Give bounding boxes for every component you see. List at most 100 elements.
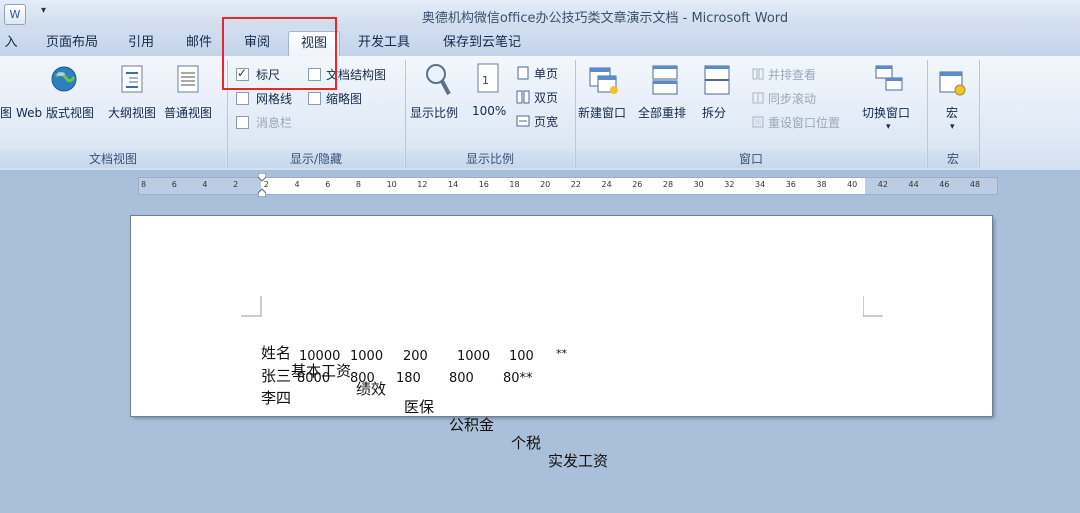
split-button[interactable]: 拆分 [702, 104, 726, 121]
message-bar-checkbox[interactable] [236, 116, 249, 129]
cell: 200 [403, 349, 428, 364]
side-by-side-button[interactable]: 并排查看 [768, 66, 816, 83]
ruler-tick-label: 30 [693, 180, 704, 189]
show-hide-group-label: 显示/隐藏 [228, 150, 404, 168]
ruler-tick-label: 42 [877, 180, 888, 189]
ruler-tick-label: 8 [355, 180, 361, 189]
table-header-row: 姓名 基本工资 绩效 医保 公积金 个税 实发工资 [261, 324, 681, 470]
reset-position-icon [752, 116, 764, 128]
cell: 1000 [350, 349, 384, 364]
doc-views-group-label: 文档视图 [0, 150, 226, 168]
macros-button[interactable]: 宏 [946, 104, 958, 121]
thumbnails-label: 缩略图 [326, 92, 363, 106]
ruler-tick-label: 20 [540, 180, 551, 189]
indent-marker-icon[interactable] [257, 172, 267, 198]
tab-insert[interactable]: 入 [0, 31, 22, 56]
window-group-label: 窗口 [576, 150, 926, 168]
macro-icon [938, 70, 968, 98]
outline-view-icon [118, 64, 146, 94]
ruler-tick-label: 36 [785, 180, 796, 189]
ruler-tick-label: 18 [509, 180, 520, 189]
svg-text:1: 1 [482, 74, 489, 87]
switch-windows-icon [874, 64, 906, 94]
cell: 800 [350, 371, 375, 386]
ruler-tick-label: 44 [908, 180, 919, 189]
page-100-icon: 1 [474, 62, 502, 98]
cell: 800 [449, 371, 474, 386]
ruler-tick-label: 40 [847, 180, 858, 189]
margin-corner-mark-right [863, 296, 883, 317]
gridlines-checkbox[interactable] [236, 92, 249, 105]
arrange-all-button[interactable]: 全部重排 [638, 104, 686, 121]
draft-view-icon [174, 64, 202, 94]
tab-developer[interactable]: 开发工具 [348, 31, 420, 56]
ruler-tick-label: 26 [632, 180, 643, 189]
margin-corner-mark-left [241, 296, 262, 317]
header-income-tax: 个税 [511, 434, 542, 452]
tab-page-layout[interactable]: 页面布局 [36, 31, 108, 56]
cell: 8000 [297, 371, 331, 386]
tab-mailings[interactable]: 邮件 [176, 31, 222, 56]
ruler-tick-label: 8 [141, 180, 147, 189]
new-window-icon [588, 64, 618, 96]
ruler-tick-label: 6 [325, 180, 331, 189]
tab-references[interactable]: 引用 [118, 31, 164, 56]
ruler-tick-label: 16 [478, 180, 489, 189]
cell: 李四 [261, 389, 292, 407]
ruler-tick-label: 32 [724, 180, 735, 189]
horizontal-ruler[interactable]: 8 6 4 2 2 4 6 8 10 12 14 16 18 20 22 24 26 28 30 32 34 36 38 40… [138, 177, 998, 195]
sync-scroll-button[interactable]: 同步滚动 [768, 90, 816, 107]
ruler-tick-label: 12 [417, 180, 428, 189]
arrange-all-icon [650, 64, 680, 96]
globe-icon [50, 64, 78, 94]
two-pages-icon [516, 90, 530, 104]
document-page[interactable]: 姓名 基本工资 绩效 医保 公积金 个税 实发工资 张三 10000 1000 … [131, 216, 992, 470]
cell: 1000 [457, 349, 491, 364]
tab-save-to-cloud-notes[interactable]: 保存到云笔记 [432, 31, 532, 56]
annotation-highlight-box [222, 17, 337, 90]
switch-windows-button[interactable]: 切换窗口 [862, 104, 910, 121]
ruler-tick-label: 14 [448, 180, 459, 189]
ruler-tick-label: 22 [570, 180, 581, 189]
cell: 80** [503, 371, 533, 386]
outline-view-button[interactable]: 大纲视图 [108, 104, 156, 121]
ruler-tick-label: 38 [816, 180, 827, 189]
side-by-side-icon [752, 68, 764, 80]
header-net-pay: 实发工资 [548, 452, 609, 470]
macros-dropdown-icon[interactable]: ▾ [950, 122, 955, 132]
ruler-tick-label: 4 [294, 180, 300, 189]
web-layout-button[interactable]: Web 版式视图 [16, 104, 94, 121]
ruler-tick-label: 28 [662, 180, 674, 189]
ruler-tick-label: 46 [939, 180, 950, 189]
zoom-100-button[interactable]: 100% [472, 104, 506, 118]
two-pages-button[interactable]: 双页 [534, 89, 558, 106]
magnifier-icon [424, 62, 452, 98]
one-page-button[interactable]: 单页 [534, 65, 558, 82]
title-bar: W ▾ 奥德机构微信office办公技巧类文章演示文档 - Microsoft … [0, 0, 1080, 28]
table-row: 李四 8000 800 180 800 80** [261, 369, 681, 407]
switch-windows-dropdown-icon[interactable]: ▾ [886, 122, 891, 132]
ruler-left-margin [139, 178, 261, 194]
ribbon-tab-bar: 入 页面布局 引用 邮件 审阅 视图 开发工具 保存到云笔记 [0, 28, 1080, 56]
page-width-icon [516, 114, 530, 128]
print-layout-button[interactable]: 图 [0, 104, 12, 121]
new-window-button[interactable]: 新建窗口 [578, 104, 626, 121]
ruler-tick-label: 24 [601, 180, 612, 189]
cell: 10000 [299, 349, 341, 364]
zoom-group-label: 显示比例 [406, 150, 574, 168]
reset-window-position-button[interactable]: 重设窗口位置 [768, 114, 840, 131]
ruler-tick-label: 34 [755, 180, 766, 189]
ruler-tick-label: 6 [171, 180, 177, 189]
ruler-tick-label: 4 [202, 180, 208, 189]
ruler-tick-label: 48 [969, 180, 981, 189]
thumbnails-checkbox[interactable] [308, 92, 321, 105]
one-page-icon [516, 66, 530, 80]
sync-scroll-icon [752, 92, 764, 104]
cell: ** [556, 347, 567, 360]
page-width-button[interactable]: 页宽 [534, 113, 558, 130]
zoom-button[interactable]: 显示比例 [410, 104, 458, 121]
gridlines-label: 网格线 [256, 92, 293, 106]
cell: 100 [509, 349, 534, 364]
window-title: 奥德机构微信office办公技巧类文章演示文档 - Microsoft Word [421, 11, 789, 26]
draft-view-button[interactable]: 普通视图 [164, 104, 212, 121]
